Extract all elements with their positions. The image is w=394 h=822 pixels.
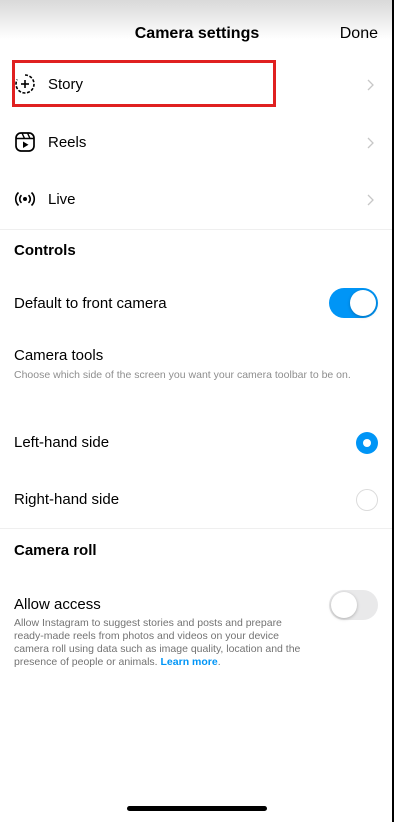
camera-roll-section-title: Camera roll xyxy=(14,542,97,559)
allow-access-description: Allow Instagram to suggest stories and p… xyxy=(14,617,314,669)
front-camera-toggle[interactable] xyxy=(329,288,378,318)
allow-access-text: Allow Instagram to suggest stories and p… xyxy=(14,617,301,668)
right-hand-side-row[interactable]: Right-hand side xyxy=(0,480,394,520)
highlight-box xyxy=(12,60,276,107)
done-button[interactable]: Done xyxy=(340,25,378,43)
top-bar: Camera settings Done xyxy=(0,0,394,56)
chevron-right-icon xyxy=(367,194,374,206)
chevron-right-icon xyxy=(367,79,374,91)
divider xyxy=(0,229,394,230)
left-hand-side-radio[interactable] xyxy=(356,432,378,454)
divider xyxy=(0,528,394,529)
front-camera-label: Default to front camera xyxy=(14,295,167,312)
toggle-knob xyxy=(350,290,376,316)
front-camera-row: Default to front camera xyxy=(0,284,394,324)
home-indicator xyxy=(127,806,267,811)
left-hand-side-row[interactable]: Left-hand side xyxy=(0,423,394,463)
allow-access-label: Allow access xyxy=(14,596,101,613)
reels-row[interactable]: Reels xyxy=(0,120,394,164)
reels-label: Reels xyxy=(48,134,87,151)
camera-tools-label: Camera tools xyxy=(14,347,104,364)
allow-access-toggle[interactable] xyxy=(329,590,378,620)
live-row[interactable]: Live xyxy=(0,177,394,221)
controls-section-title: Controls xyxy=(14,242,76,259)
page-title: Camera settings xyxy=(134,25,260,42)
toggle-knob xyxy=(331,592,357,618)
live-label: Live xyxy=(48,191,76,208)
right-hand-side-label: Right-hand side xyxy=(14,491,120,508)
learn-more-link[interactable]: Learn more xyxy=(161,656,218,668)
right-hand-side-radio[interactable] xyxy=(356,489,378,511)
camera-tools-description: Choose which side of the screen you want… xyxy=(14,369,351,381)
reels-icon xyxy=(15,132,35,152)
live-broadcast-icon xyxy=(14,191,36,207)
link-period: . xyxy=(217,656,221,668)
camera-settings-screen: Camera settings Done Story Reels Live Co… xyxy=(0,0,394,822)
chevron-right-icon xyxy=(367,137,374,149)
left-hand-side-label: Left-hand side xyxy=(14,434,110,451)
